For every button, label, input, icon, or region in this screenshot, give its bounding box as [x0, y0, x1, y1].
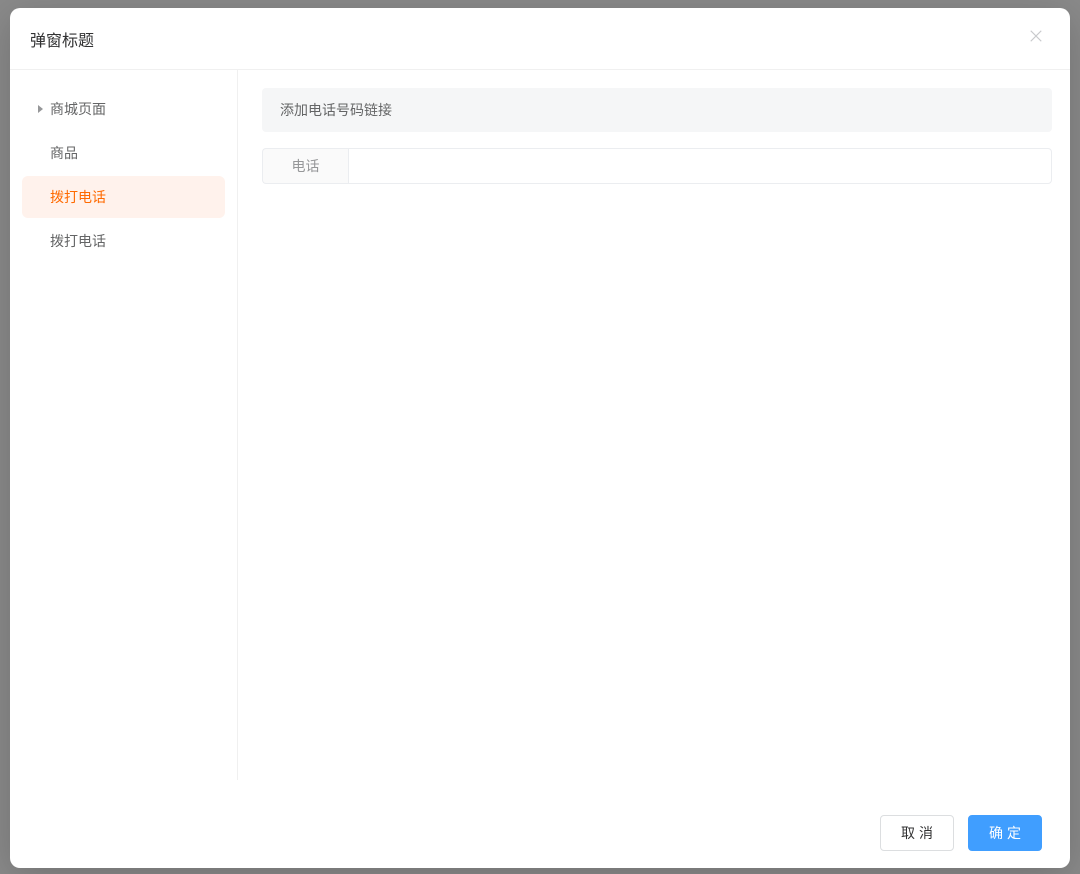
- modal-footer: 取消 确定: [10, 796, 1070, 868]
- sidebar-item-label: 拨打电话: [50, 231, 106, 251]
- phone-input[interactable]: [348, 148, 1052, 184]
- sidebar-item-label: 拨打电话: [50, 187, 106, 207]
- caret-right-icon: [32, 101, 48, 117]
- sidebar-item-call-phone[interactable]: 拨打电话: [22, 220, 225, 262]
- sidebar-item-label: 商城页面: [50, 99, 106, 119]
- sidebar: 商城页面 商品 拨打电话 拨打电话: [10, 70, 238, 780]
- content-panel: 添加电话号码链接 电话: [238, 70, 1070, 796]
- sidebar-item-call-phone-active[interactable]: 拨打电话: [22, 176, 225, 218]
- sidebar-item-label: 商品: [50, 143, 78, 163]
- close-icon: [1027, 27, 1045, 50]
- cancel-button[interactable]: 取消: [880, 815, 954, 851]
- phone-field-label: 电话: [262, 148, 348, 184]
- confirm-button[interactable]: 确定: [968, 815, 1042, 851]
- sidebar-item-goods[interactable]: 商品: [22, 132, 225, 174]
- phone-field-row: 电话: [262, 148, 1052, 184]
- modal: 弹窗标题 商城页面 商品 拨打电话: [10, 8, 1070, 868]
- modal-overlay: 弹窗标题 商城页面 商品 拨打电话: [0, 0, 1080, 874]
- info-bar: 添加电话号码链接: [262, 88, 1052, 132]
- modal-header: 弹窗标题: [10, 8, 1070, 70]
- modal-title: 弹窗标题: [30, 27, 94, 51]
- modal-body: 商城页面 商品 拨打电话 拨打电话 添加电话号码链接 电话: [10, 70, 1070, 796]
- close-button[interactable]: [1022, 25, 1050, 53]
- sidebar-item-mall-page[interactable]: 商城页面: [22, 88, 225, 130]
